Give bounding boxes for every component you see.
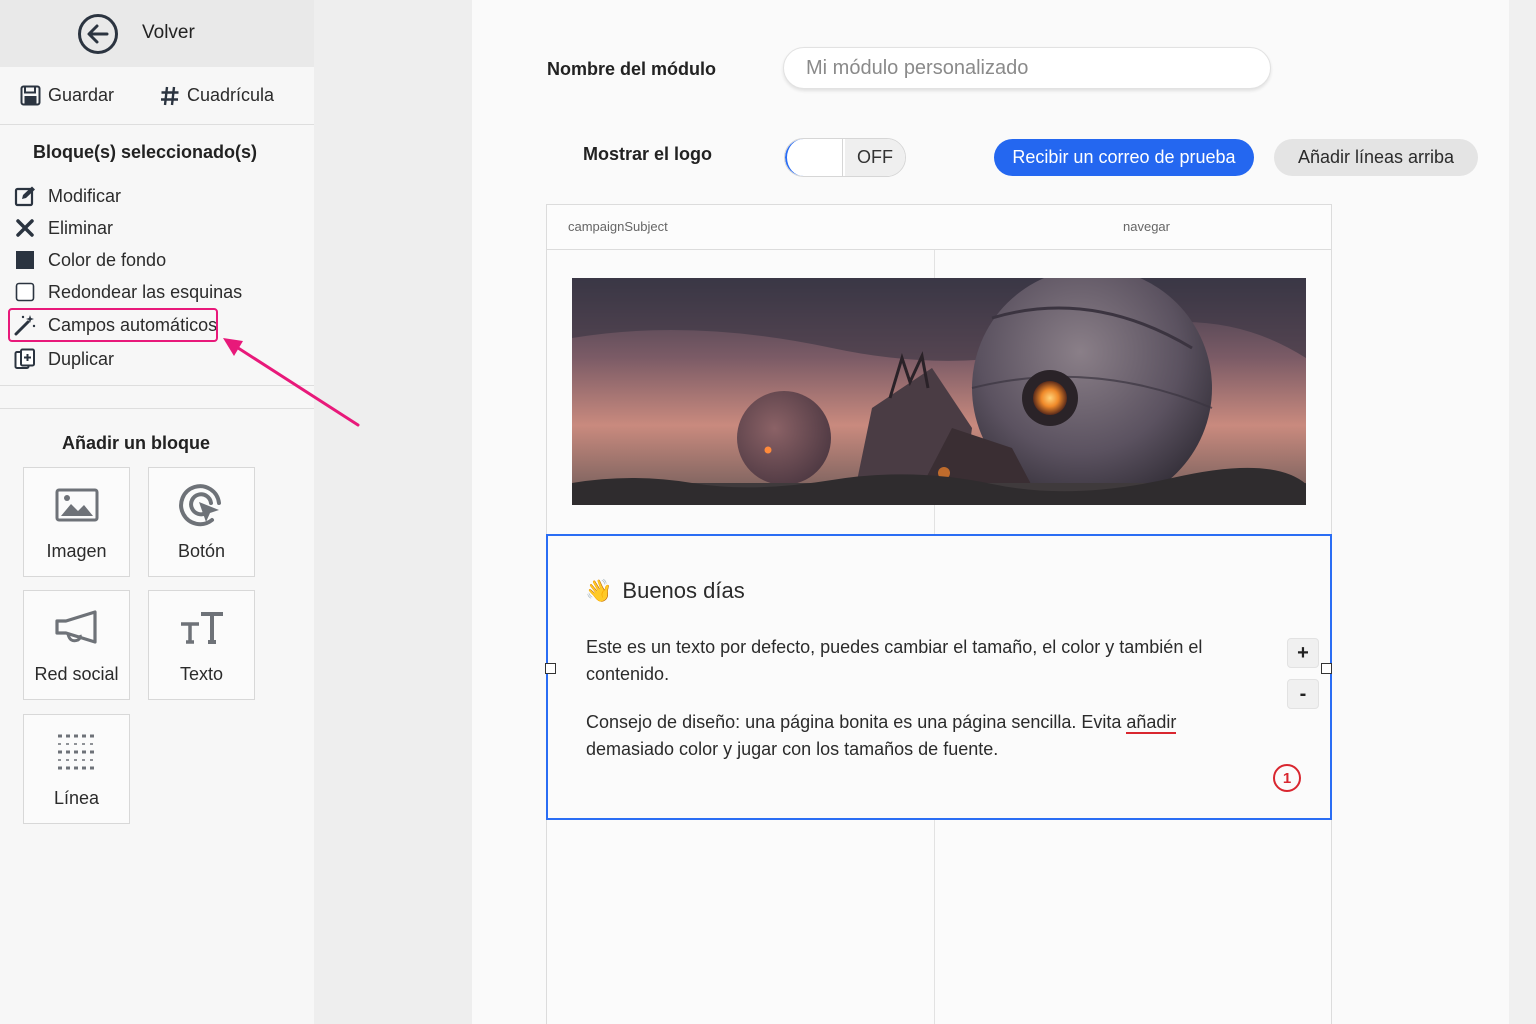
menu-item-duplicate[interactable]: Duplicar: [14, 346, 114, 372]
dotted-lines-icon: [24, 729, 129, 775]
divider: [0, 385, 314, 386]
resize-handle-left[interactable]: [545, 663, 556, 674]
menu-item-label: Modificar: [48, 185, 122, 206]
selected-blocks-title: Bloque(s) seleccionado(s): [33, 142, 258, 162]
close-icon: [14, 217, 36, 239]
test-email-button[interactable]: Recibir un correo de prueba: [994, 139, 1254, 176]
module-name-input[interactable]: [783, 47, 1271, 89]
menu-item-delete[interactable]: Eliminar: [14, 215, 113, 241]
color-square-icon: [14, 249, 36, 271]
add-lines-button[interactable]: Añadir líneas arriba: [1274, 139, 1478, 176]
waving-hand-icon: 👋: [585, 578, 613, 603]
image-icon: [24, 482, 129, 528]
increase-button[interactable]: +: [1287, 638, 1319, 668]
highlight-box: [8, 308, 218, 342]
text-size-icon: [149, 605, 254, 651]
menu-item-label: Redondear las esquinas: [48, 281, 243, 302]
back-arrow-icon[interactable]: [77, 13, 119, 55]
browse-link[interactable]: navegar: [1123, 219, 1170, 234]
hero-image[interactable]: [572, 278, 1306, 505]
cursor-click-icon: [149, 482, 254, 528]
block-image[interactable]: Imagen: [23, 467, 130, 577]
toggle-knob: [785, 139, 843, 176]
menu-item-round-corners[interactable]: Redondear las esquinas: [14, 279, 242, 305]
column-guide: [934, 820, 935, 1024]
edit-icon: [14, 185, 36, 207]
menu-item-label: Color de fondo: [48, 249, 167, 270]
block-label: Texto: [179, 664, 224, 684]
block-line[interactable]: Línea: [23, 714, 130, 824]
duplicate-icon: [14, 348, 36, 370]
menu-item-bg-color[interactable]: Color de fondo: [14, 247, 166, 273]
show-logo-label: Mostrar el logo: [583, 144, 713, 164]
save-icon: [20, 85, 41, 106]
block-social[interactable]: Red social: [23, 590, 130, 700]
resize-handle-right[interactable]: [1321, 663, 1332, 674]
annotation-marker: 1: [1273, 764, 1301, 792]
greeting[interactable]: 👋 Buenos días: [585, 578, 745, 604]
divider: [0, 124, 314, 125]
block-label: Botón: [177, 541, 226, 561]
greeting-text: Buenos días: [622, 578, 745, 603]
hash-icon: [161, 86, 179, 105]
block-label: Imagen: [46, 541, 107, 561]
back-button[interactable]: Volver: [0, 0, 314, 67]
block-label: Red social: [34, 664, 119, 684]
add-block-title: Añadir un bloque: [62, 433, 210, 453]
megaphone-icon: [24, 605, 129, 651]
tip-text-end: demasiado color y jugar con los tamaños …: [586, 739, 999, 759]
block-label: Línea: [53, 788, 100, 808]
tip-text: Consejo de diseño: una página bonita es …: [586, 712, 1127, 732]
spellcheck-word: añadir: [1126, 712, 1177, 734]
column-guide: [934, 505, 935, 534]
divider: [0, 408, 314, 409]
module-name-label: Nombre del módulo: [547, 59, 717, 79]
paragraph-default[interactable]: Este es un texto por defecto, puedes cam…: [586, 634, 1226, 688]
menu-item-label: Eliminar: [48, 217, 114, 238]
show-logo-toggle[interactable]: OFF: [784, 138, 906, 177]
back-label: Volver: [142, 22, 195, 43]
block-text[interactable]: Texto: [148, 590, 255, 700]
canvas-edge: [1509, 0, 1536, 1024]
canvas-gutter: [314, 0, 472, 1024]
subject-placeholder: campaignSubject: [568, 219, 668, 234]
grid-label: Cuadrícula: [187, 85, 275, 105]
menu-item-label: Duplicar: [48, 348, 115, 369]
decrease-button[interactable]: -: [1287, 679, 1319, 709]
save-button[interactable]: Guardar: [20, 85, 114, 106]
paragraph-tip[interactable]: Consejo de diseño: una página bonita es …: [586, 709, 1226, 763]
toggle-state: OFF: [845, 139, 905, 176]
column-guide: [934, 249, 935, 279]
block-button[interactable]: Botón: [148, 467, 255, 577]
menu-item-modify[interactable]: Modificar: [14, 183, 121, 209]
grid-button[interactable]: Cuadrícula: [160, 85, 274, 106]
save-label: Guardar: [48, 85, 115, 105]
sidebar: Volver Guardar Cuadrícula Bloque(s) sele…: [0, 0, 314, 1024]
checkbox-icon[interactable]: [14, 281, 36, 303]
email-header: campaignSubject navegar: [547, 205, 1331, 250]
